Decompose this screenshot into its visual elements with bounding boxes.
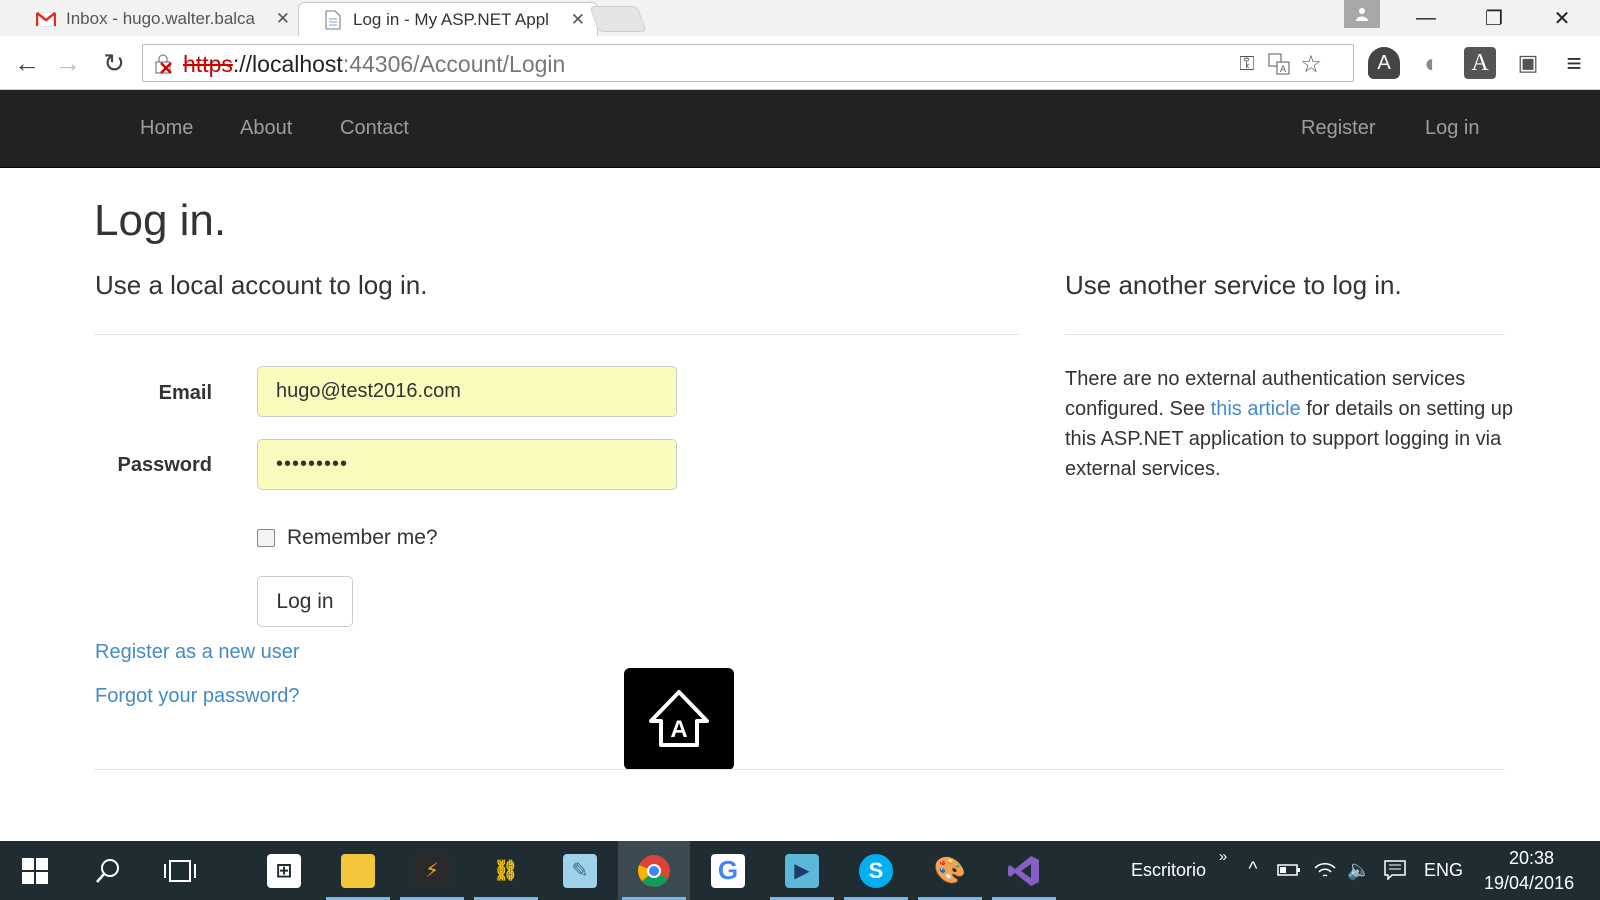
tab-login[interactable]: Log in - My ASP.NET Appl ✕ [298, 2, 598, 36]
nav-login[interactable]: Log in [1425, 117, 1480, 140]
windows-taskbar: ⊞ ⚡ ⛓ ✎ G ▶ S 🎨 Escritorio » ^ 🔈 ENG 20:… [0, 841, 1600, 900]
start-button[interactable] [0, 841, 70, 900]
windows-logo-icon [22, 857, 48, 884]
media-player-icon[interactable]: ▶ [766, 841, 838, 900]
external-login-heading: Use another service to log in. [1065, 270, 1402, 300]
site-navbar: Home About Contact Register Log in [0, 90, 1600, 168]
password-field[interactable]: ••••••••• [257, 439, 677, 490]
external-services-text: There are no external authentication ser… [1065, 364, 1515, 484]
gmail-icon [36, 10, 56, 28]
email-label: Email [158, 382, 212, 404]
reload-icon[interactable]: ↻ [96, 45, 132, 81]
notepad-icon[interactable]: ✎ [544, 841, 616, 900]
close-window-button[interactable]: ✕ [1528, 0, 1596, 36]
search-icon[interactable] [72, 841, 144, 900]
paint-icon[interactable]: 🎨 [914, 841, 986, 900]
tab-title: Log in - My ASP.NET Appl [353, 9, 549, 29]
angular-logo-icon[interactable]: A [624, 668, 734, 770]
translate-icon[interactable]: A [1267, 52, 1291, 76]
profile-icon[interactable] [1344, 0, 1380, 28]
clock-time[interactable]: 20:38 [1509, 848, 1554, 869]
forgot-password-link[interactable]: Forgot your password? [95, 685, 300, 708]
desktop-toolbar-label[interactable]: Escritorio [1131, 860, 1206, 881]
menu-icon[interactable]: ≡ [1558, 47, 1590, 79]
local-account-heading: Use a local account to log in. [95, 270, 428, 300]
close-icon[interactable]: ✕ [571, 10, 585, 30]
store-icon[interactable]: ⊞ [248, 841, 320, 900]
visual-studio-icon[interactable] [988, 841, 1060, 900]
winamp-icon[interactable]: ⚡ [396, 841, 468, 900]
network-tool-icon[interactable]: ⛓ [470, 841, 542, 900]
url-path: :44306/Account/Login [342, 51, 566, 77]
new-tab-button[interactable] [589, 6, 647, 32]
svg-text:A: A [1280, 64, 1286, 74]
minimize-button[interactable]: — [1392, 0, 1460, 36]
chevron-up-icon[interactable]: ^ [1240, 857, 1266, 883]
url-scheme: https [183, 51, 233, 77]
svg-text:A: A [670, 716, 687, 743]
browser-toolbar: ← → ↻ https://localhost:44306/Account/Lo… [0, 36, 1600, 90]
remember-me-checkbox[interactable] [257, 529, 275, 547]
wifi-icon[interactable] [1312, 857, 1338, 883]
divider [1065, 334, 1505, 335]
tab-title: Inbox - hugo.walter.balca [66, 9, 256, 28]
register-link[interactable]: Register as a new user [95, 641, 300, 664]
address-bar[interactable]: https://localhost:44306/Account/Login ⚿ … [142, 44, 1354, 82]
opera-extension-icon[interactable]: ◐ [1416, 47, 1448, 79]
language-indicator[interactable]: ENG [1424, 860, 1463, 881]
password-label: Password [117, 454, 212, 476]
forward-arrow-icon[interactable]: → [50, 45, 86, 81]
key-icon[interactable]: ⚿ [1235, 52, 1259, 76]
notifications-icon[interactable] [1382, 857, 1408, 883]
email-field[interactable]: hugo@test2016.com [257, 366, 677, 417]
angular-extension-icon[interactable]: A [1368, 47, 1400, 79]
chrome-icon[interactable] [618, 841, 690, 900]
back-arrow-icon[interactable]: ← [9, 45, 45, 81]
divider [94, 334, 1020, 335]
url-host: ://localhost [232, 51, 343, 77]
close-icon[interactable]: ✕ [276, 9, 290, 29]
url-text: https://localhost:44306/Account/Login [183, 51, 565, 78]
google-icon[interactable]: G [692, 841, 764, 900]
expand-toolbar-icon[interactable]: » [1210, 843, 1236, 869]
footer-divider [94, 769, 1505, 770]
nav-about[interactable]: About [240, 117, 292, 140]
task-view-icon[interactable] [144, 841, 216, 900]
volume-icon[interactable]: 🔈 [1346, 857, 1372, 883]
nav-contact[interactable]: Contact [340, 117, 409, 140]
docs-extension-icon[interactable]: ▣ [1512, 47, 1544, 79]
insecure-lock-icon[interactable] [153, 53, 175, 75]
battery-icon[interactable] [1276, 857, 1302, 883]
font-extension-icon[interactable]: A [1464, 47, 1496, 79]
clock-date[interactable]: 19/04/2016 [1484, 873, 1574, 894]
page-icon [323, 10, 343, 29]
file-explorer-icon[interactable] [322, 841, 394, 900]
bookmark-star-icon[interactable]: ☆ [1299, 51, 1323, 78]
restore-button[interactable]: ❐ [1460, 0, 1528, 36]
browser-tabstrip: Inbox - hugo.walter.balca ✕ Log in - My … [0, 0, 1600, 36]
page-title: Log in. [94, 196, 227, 245]
skype-icon[interactable]: S [840, 841, 912, 900]
remember-me-label[interactable]: Remember me? [287, 526, 438, 550]
nav-register[interactable]: Register [1301, 117, 1375, 140]
nav-home[interactable]: Home [140, 117, 193, 140]
page-content: Log in. Use a local account to log in. E… [0, 168, 1600, 841]
this-article-link[interactable]: this article [1211, 398, 1301, 420]
tab-inbox[interactable]: Inbox - hugo.walter.balca ✕ [12, 2, 302, 36]
login-button[interactable]: Log in [257, 576, 353, 627]
